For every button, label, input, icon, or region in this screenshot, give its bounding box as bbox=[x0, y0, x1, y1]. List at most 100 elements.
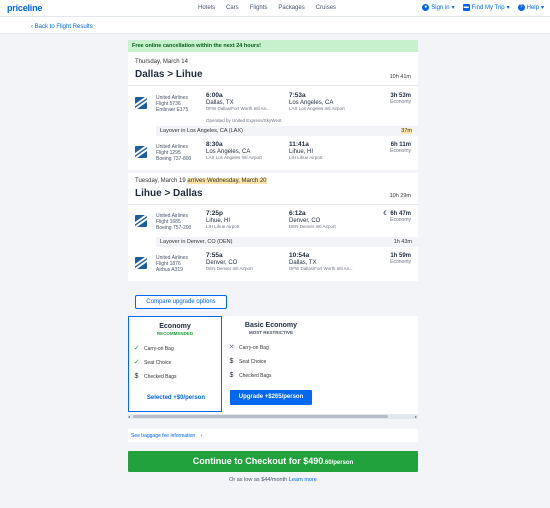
segment-airline-info: United Airlines Flight 1685 Boeing 757-2… bbox=[156, 213, 191, 231]
layover-bar: Layover in Los Angeles, CA (LAX) 37m bbox=[156, 126, 418, 136]
departure-time: 6:00a bbox=[206, 92, 223, 99]
fare-basic-economy[interactable]: Basic Economy MOST RESTRICTIVE ✕ Carry-on… bbox=[224, 316, 318, 412]
nav-hotels[interactable]: Hotels bbox=[198, 5, 215, 11]
fare-title: Economy bbox=[159, 323, 191, 330]
horizontal-scrollbar[interactable]: ◂ ▸ bbox=[128, 414, 418, 419]
help-label: Help bbox=[526, 4, 539, 11]
selected-label: Selected +$0/person bbox=[146, 395, 206, 401]
arrival-time: 11:41a bbox=[289, 141, 309, 148]
feature-seat-choice: $ Seat Choice bbox=[228, 358, 267, 365]
feature-seat-choice: ✓ Seat Choice bbox=[133, 359, 172, 366]
outbound-date: Thursday, March 14 bbox=[135, 59, 188, 65]
aircraft: Embraer E175 bbox=[156, 107, 189, 113]
united-logo-icon bbox=[135, 215, 147, 227]
dollar-icon: $ bbox=[134, 373, 139, 380]
arrival-airport: LIH Lihue Airport bbox=[289, 155, 323, 160]
feature-label: Seat Choice bbox=[239, 358, 267, 365]
return-duration: 10h 29m bbox=[389, 193, 411, 199]
chevron-right-icon: › bbox=[200, 433, 203, 439]
departure-time: 7:25p bbox=[206, 210, 223, 217]
chevron-down-icon: ▾ bbox=[451, 5, 455, 11]
scroll-right-arrow-icon[interactable]: ▸ bbox=[415, 414, 417, 419]
segment-airline-info: United Airlines Flight 1876 Airbus A319 bbox=[156, 255, 188, 273]
departure-airport: LIH Lihue Airport bbox=[206, 224, 240, 229]
feature-checked-bags: $ Checked Bags bbox=[133, 373, 177, 380]
scroll-left-arrow-icon[interactable]: ◂ bbox=[128, 414, 130, 419]
check-icon: ✓ bbox=[133, 359, 140, 366]
help-menu[interactable]: ? Help ▾ bbox=[517, 4, 544, 11]
nav-cars[interactable]: Cars bbox=[226, 5, 239, 11]
help-icon: ? bbox=[517, 4, 525, 11]
baggage-fee-link[interactable]: See baggage fee information › bbox=[128, 429, 418, 442]
united-logo-icon bbox=[135, 257, 147, 269]
divider bbox=[128, 85, 418, 86]
fare-economy[interactable]: Economy RECOMMENDED ✓ Carry-on Bag ✓ Seat … bbox=[128, 316, 222, 412]
segment-duration: 1h 59m Economy bbox=[390, 253, 411, 265]
departure-info: 8:30a Los Angeles, CA LAX Los Angeles In… bbox=[206, 141, 262, 161]
departure-info: 6:00a Dallas, TX DFW Dallas/Fort Worth I… bbox=[206, 92, 270, 112]
back-to-results-link[interactable]: ‹ Back to Flight Results bbox=[31, 24, 93, 30]
continue-to-checkout-button[interactable]: Continue to Checkout for $490.60/person bbox=[128, 451, 418, 472]
arrival-info: 6:12a Denver, CO DEN Denver Intl Airport bbox=[289, 210, 336, 230]
arrives-next-day-note: arrives Wednesday, March 20 bbox=[187, 178, 267, 184]
departure-airport: DFW Dallas/Fort Worth Intl Air... bbox=[206, 106, 270, 111]
return-date: Tuesday, March 19 arrives Wednesday, Mar… bbox=[135, 178, 267, 184]
layover-label: Layover in Denver, CO (DEN) bbox=[160, 239, 233, 245]
departure-airport: LAX Los Angeles Intl Airport bbox=[206, 155, 262, 160]
check-icon: ✓ bbox=[133, 345, 140, 352]
fare-title: Basic Economy bbox=[244, 322, 298, 329]
chevron-down-icon: ▾ bbox=[506, 5, 510, 11]
arrival-info: 11:41a Lihue, HI LIH Lihue Airport bbox=[289, 141, 323, 161]
arrival-airport: DEN Denver Intl Airport bbox=[289, 224, 336, 229]
outbound-flight-card: Thursday, March 14 Dallas > Lihue 10h 41… bbox=[128, 52, 418, 170]
feature-checked-bags: $ Checked Bags bbox=[228, 372, 272, 379]
united-logo-icon bbox=[135, 97, 147, 109]
find-trip-menu[interactable]: ▬ Find My Trip ▾ bbox=[462, 4, 510, 11]
financing-note: Or as low as $44/month Learn more bbox=[128, 477, 418, 483]
scrollbar-thumb[interactable] bbox=[133, 415, 388, 418]
feature-label: Carry-on Bag bbox=[144, 345, 174, 352]
priceline-logo[interactable]: priceline bbox=[7, 3, 42, 13]
layover-time: 37m bbox=[401, 128, 412, 134]
upgrade-button[interactable]: Upgrade +$265/person bbox=[230, 390, 312, 405]
divider bbox=[128, 204, 418, 205]
layover-label: Layover in Los Angeles, CA (LAX) bbox=[160, 128, 243, 134]
arrival-time: 10:54a bbox=[289, 252, 310, 259]
free-cancellation-banner: Free online cancellation within the next… bbox=[128, 40, 418, 52]
x-icon: ✕ bbox=[228, 344, 235, 351]
aircraft: Airbus A319 bbox=[156, 267, 183, 273]
arrival-time: 7:53a bbox=[289, 92, 306, 99]
cabin-class: Economy bbox=[390, 148, 411, 154]
chevron-down-icon: ▾ bbox=[540, 5, 544, 11]
arrival-info: 7:53a Los Angeles, CA LAX Los Angeles In… bbox=[289, 92, 345, 112]
feature-carry-on: ✓ Carry-on Bag bbox=[133, 345, 174, 352]
feature-label: Checked Bags bbox=[239, 372, 272, 379]
departure-info: 7:25p Lihue, HI LIH Lihue Airport bbox=[206, 210, 240, 230]
layover-bar: Layover in Denver, CO (DEN) 1h 43m bbox=[156, 237, 418, 247]
cabin-class: Economy bbox=[390, 99, 411, 105]
feature-label: Carry-on Bag bbox=[239, 344, 269, 351]
compare-upgrade-options-button[interactable]: Compare upgrade options bbox=[135, 295, 227, 309]
departure-time: 7:55a bbox=[206, 252, 223, 259]
outbound-duration: 10h 41m bbox=[389, 74, 411, 80]
aircraft: Boeing 737-800 bbox=[156, 156, 192, 162]
sign-in-menu[interactable]: ● Sign in ▾ bbox=[422, 4, 455, 11]
nav-packages[interactable]: Packages bbox=[278, 5, 304, 11]
nav-flights[interactable]: Flights bbox=[250, 5, 268, 11]
outbound-route: Dallas > Lihue bbox=[135, 69, 203, 80]
operated-by: Operated by United Express/SkyWest bbox=[206, 118, 282, 123]
dollar-icon: $ bbox=[229, 372, 234, 379]
nav-cruises[interactable]: Cruises bbox=[316, 5, 336, 11]
feature-carry-on: ✕ Carry-on Bag bbox=[228, 344, 269, 351]
united-logo-icon bbox=[135, 146, 147, 158]
top-nav-bar: priceline Hotels Cars Flights Packages C… bbox=[0, 0, 550, 17]
sign-in-label: Sign in bbox=[431, 4, 450, 11]
learn-more-link[interactable]: Learn more bbox=[289, 477, 317, 483]
aircraft: Boeing 757-200 bbox=[156, 225, 192, 231]
departure-airport: DEN Denver Intl Airport bbox=[206, 266, 253, 271]
return-route: Lihue > Dallas bbox=[135, 188, 203, 199]
user-icon: ● bbox=[422, 4, 430, 11]
departure-time: 8:30a bbox=[206, 141, 223, 148]
segment-duration: 3h 53m Economy bbox=[390, 93, 411, 105]
cabin-class: Economy bbox=[390, 259, 411, 265]
